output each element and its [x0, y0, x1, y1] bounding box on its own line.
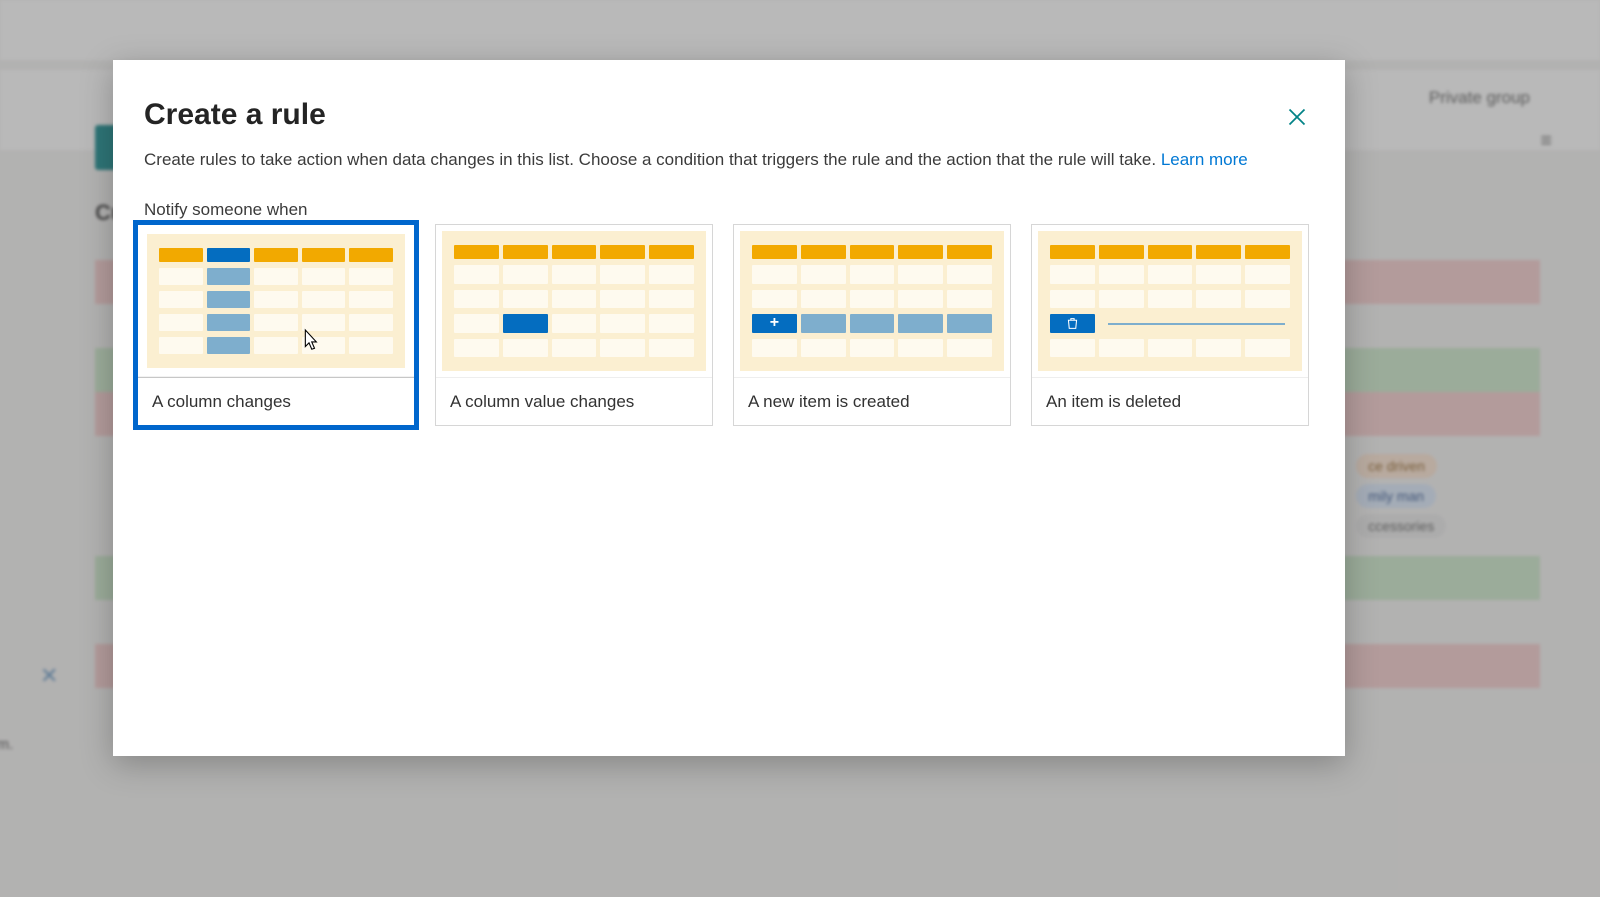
rule-card-label: An item is deleted	[1032, 377, 1308, 425]
rule-card-thumb	[147, 234, 405, 368]
rule-type-cards: A column changes A column value changes	[137, 224, 1321, 426]
plus-icon: +	[752, 314, 797, 333]
rule-card-item-created[interactable]: + A new item is created	[733, 224, 1011, 426]
learn-more-link[interactable]: Learn more	[1161, 150, 1248, 169]
rule-card-thumb	[442, 231, 706, 371]
rule-card-label: A new item is created	[734, 377, 1010, 425]
close-button[interactable]	[1277, 97, 1317, 137]
trash-icon	[1050, 314, 1095, 333]
rule-card-item-deleted[interactable]: An item is deleted	[1031, 224, 1309, 426]
rule-card-thumb	[1038, 231, 1302, 371]
notify-section-label: Notify someone when	[144, 200, 307, 220]
rule-card-thumb: +	[740, 231, 1004, 371]
close-icon	[1287, 107, 1307, 127]
dialog-subtitle: Create rules to take action when data ch…	[144, 150, 1248, 170]
rule-card-column-value-changes[interactable]: A column value changes	[435, 224, 713, 426]
rule-card-label: A column value changes	[436, 377, 712, 425]
rule-card-label: A column changes	[138, 377, 414, 425]
rule-card-column-changes[interactable]: A column changes	[137, 224, 415, 426]
dialog-title: Create a rule	[144, 98, 326, 132]
create-rule-dialog: Create a rule Create rules to take actio…	[113, 60, 1345, 756]
